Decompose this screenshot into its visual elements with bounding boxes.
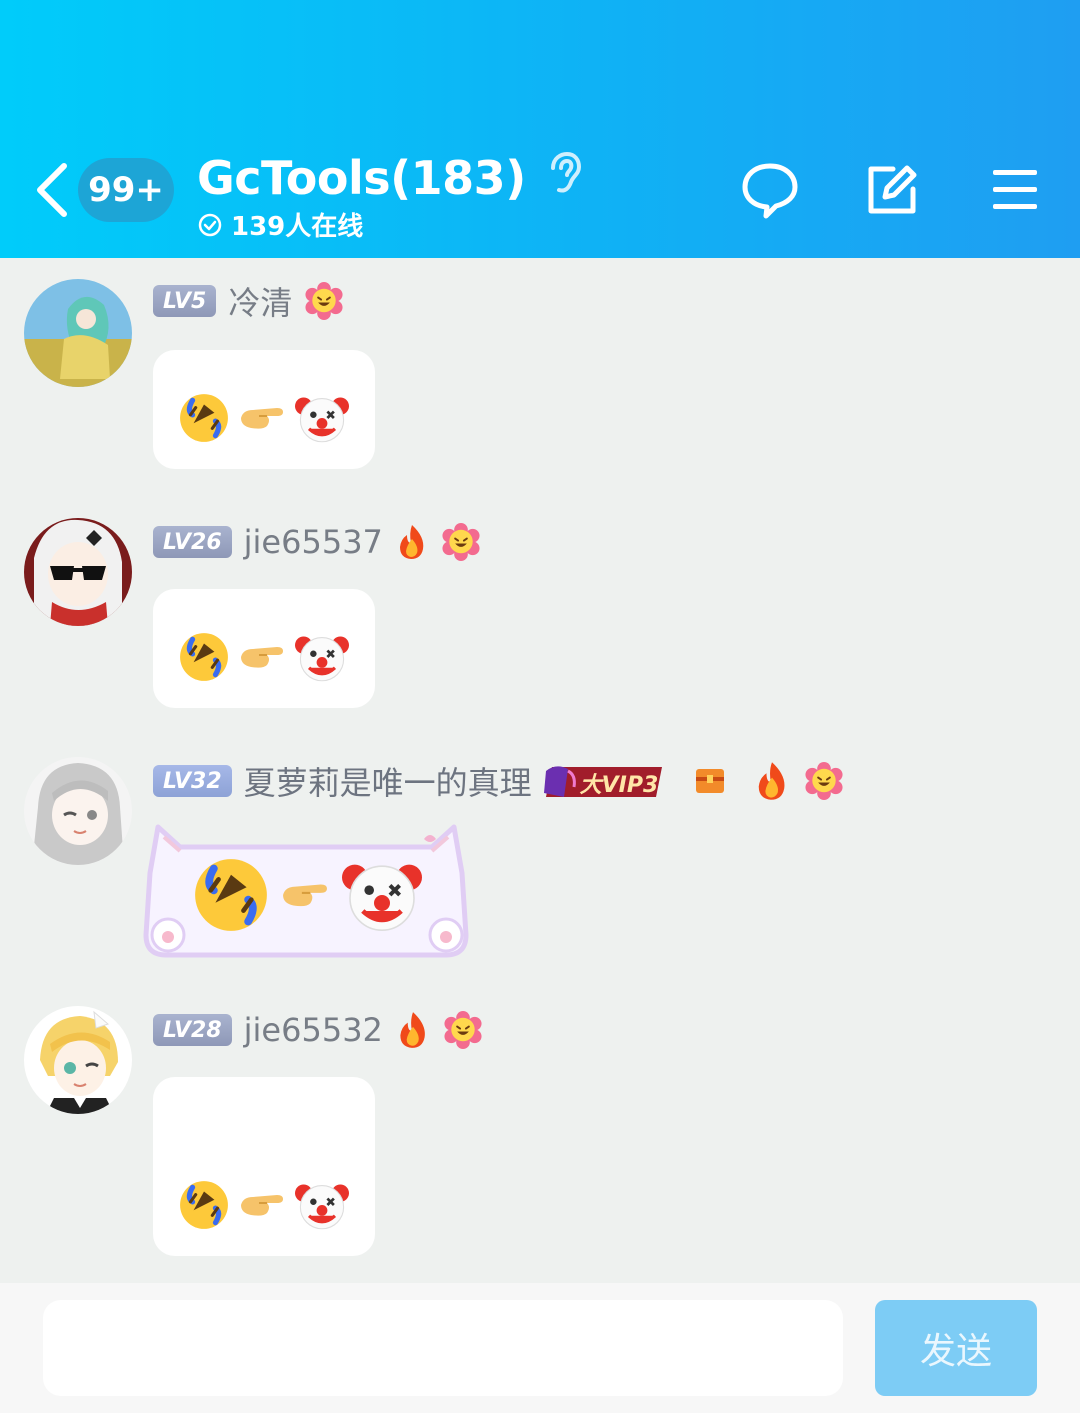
chat-bubble-icon xyxy=(742,163,798,219)
back-button[interactable] xyxy=(30,158,74,222)
username[interactable]: 夏萝莉是唯一的真理 xyxy=(244,758,532,804)
online-count-text: 139人在线 xyxy=(231,212,364,242)
smile-flower-icon xyxy=(443,1010,483,1050)
username[interactable]: jie65532 xyxy=(244,1011,383,1049)
message-bubble[interactable] xyxy=(153,350,375,469)
avatar[interactable] xyxy=(24,279,132,387)
message-bubble[interactable] xyxy=(153,1077,375,1256)
rofl-emoji-icon xyxy=(178,631,230,683)
fire-icon xyxy=(758,762,785,800)
username[interactable]: jie65537 xyxy=(244,523,383,561)
name-row: LV5 冷清 xyxy=(153,278,344,324)
vip-text: 大VIP3 xyxy=(579,773,659,798)
smile-flower-icon xyxy=(441,522,481,562)
send-button[interactable]: 发送 xyxy=(875,1300,1037,1396)
chest-icon xyxy=(695,769,724,793)
title-block[interactable]: GcTools(183) 139人在线 xyxy=(197,150,581,243)
fire-icon xyxy=(399,525,424,559)
message-input[interactable] xyxy=(43,1300,843,1396)
input-bar: 发送 xyxy=(0,1283,1080,1413)
emoji-content xyxy=(192,855,424,935)
pointing-hand-icon xyxy=(240,1194,284,1217)
edit-icon xyxy=(868,165,917,214)
rofl-emoji-icon xyxy=(178,392,230,444)
chat-bubble-button[interactable] xyxy=(740,160,800,220)
smile-flower-icon xyxy=(304,281,344,321)
level-badge: LV28 xyxy=(153,1014,232,1046)
emoji-content xyxy=(178,1178,350,1256)
avatar[interactable] xyxy=(24,757,132,865)
username[interactable]: 冷清 xyxy=(228,278,292,324)
rofl-emoji-icon xyxy=(178,1179,230,1231)
chat-header: 99+ GcTools(183) 139人在线 xyxy=(0,0,1080,258)
message-bubble-cat-frame[interactable] xyxy=(140,813,472,958)
pointing-hand-icon xyxy=(240,646,284,669)
pointing-hand-icon xyxy=(240,407,284,430)
level-badge: LV26 xyxy=(153,526,232,558)
clown-emoji-icon xyxy=(340,855,424,935)
pointing-hand-icon xyxy=(281,883,328,908)
fire-icon xyxy=(400,1012,425,1048)
avatar[interactable] xyxy=(24,518,132,626)
smile-flower-icon xyxy=(804,761,844,801)
clown-emoji-icon xyxy=(294,1182,350,1231)
name-row: LV28 jie65532 xyxy=(153,1010,483,1050)
emoji-content xyxy=(178,630,350,708)
vip-badge: 大VIP3 xyxy=(543,761,666,801)
level-badge: LV32 xyxy=(153,765,232,797)
unread-count-badge[interactable]: 99+ xyxy=(78,158,174,222)
name-row: LV32 夏萝莉是唯一的真理 大VIP3 xyxy=(153,758,844,804)
avatar[interactable] xyxy=(24,1006,132,1114)
menu-button[interactable] xyxy=(985,160,1045,220)
online-check-icon xyxy=(198,213,222,236)
name-row: LV26 jie65537 xyxy=(153,522,481,562)
ear-icon[interactable] xyxy=(547,151,581,198)
clown-emoji-icon xyxy=(294,395,350,444)
edit-button[interactable] xyxy=(862,160,922,220)
menu-icon xyxy=(993,170,1037,209)
clown-emoji-icon xyxy=(294,634,350,683)
message-bubble[interactable] xyxy=(153,589,375,708)
chevron-left-icon xyxy=(37,163,67,217)
level-badge: LV5 xyxy=(153,285,217,317)
emoji-content xyxy=(178,391,350,469)
online-status: 139人在线 xyxy=(197,206,581,243)
rofl-emoji-icon xyxy=(192,856,270,934)
group-title: GcTools(183) xyxy=(197,151,526,205)
